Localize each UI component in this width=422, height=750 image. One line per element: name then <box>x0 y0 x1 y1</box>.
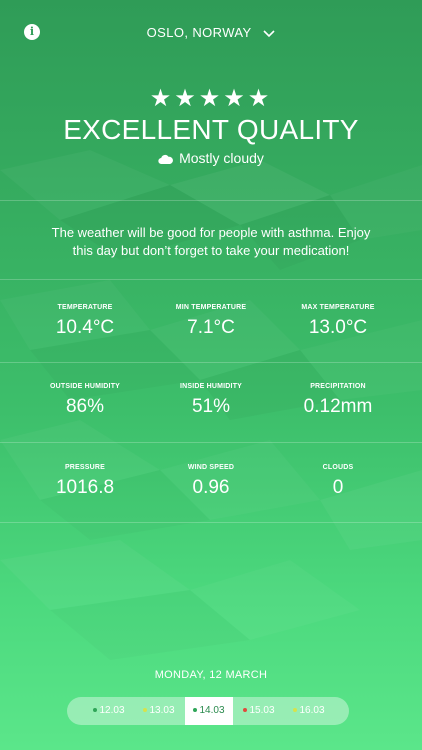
day-tab-14-03[interactable]: 14.03 <box>185 697 233 725</box>
stat-label: PRESSURE <box>64 464 106 471</box>
day-label: 12.03 <box>99 705 125 716</box>
chevron-down-icon <box>263 29 275 37</box>
day-tab-15-03[interactable]: 15.03 <box>235 697 283 725</box>
stat-label: WIND SPEED <box>187 464 235 471</box>
day-label: 13.03 <box>149 705 175 716</box>
stat-label: PRECIPITATION <box>310 383 366 390</box>
day-label: 14.03 <box>199 705 225 716</box>
divider <box>0 362 422 363</box>
stat-label: CLOUDS <box>322 464 354 471</box>
stat-outside-humidity: OUTSIDE HUMIDITY 86% <box>15 383 155 418</box>
stat-label: MAX TEMPERATURE <box>301 304 375 311</box>
day-selector: 12.03 13.03 14.03 15.03 16.03 <box>67 697 349 725</box>
stat-value: 7.1°C <box>187 317 235 338</box>
stat-label: INSIDE HUMIDITY <box>179 383 243 390</box>
advice-text: The weather will be good for people with… <box>51 225 371 258</box>
divider <box>0 200 422 201</box>
stat-max-temperature: MAX TEMPERATURE 13.0°C <box>268 304 408 339</box>
stat-value: 0 <box>332 477 344 498</box>
day-tab-12-03[interactable]: 12.03 <box>85 697 133 725</box>
location-label: OSLO, NORWAY <box>146 25 252 40</box>
divider <box>0 522 422 523</box>
rating-stars: ★★★★★ <box>149 85 273 112</box>
day-tab-13-03[interactable]: 13.03 <box>135 697 183 725</box>
stat-value: 0.96 <box>192 477 230 498</box>
stat-value: 86% <box>65 396 105 417</box>
stat-label: TEMPERATURE <box>57 304 113 311</box>
quality-dot <box>193 708 198 712</box>
stat-value: 1016.8 <box>55 477 115 498</box>
location-selector[interactable]: OSLO, NORWAY <box>0 25 422 40</box>
condition-label: Mostly cloudy <box>179 150 264 166</box>
stat-temperature: TEMPERATURE 10.4°C <box>15 304 155 339</box>
stat-label: OUTSIDE HUMIDITY <box>49 383 121 390</box>
quality-title: EXCELLENT QUALITY <box>63 114 359 145</box>
day-label: 16.03 <box>299 705 325 716</box>
weather-condition: Mostly cloudy <box>0 150 422 166</box>
stat-value: 13.0°C <box>308 317 368 338</box>
stat-value: 10.4°C <box>55 317 115 338</box>
quality-dot <box>143 708 148 712</box>
day-tab-16-03[interactable]: 16.03 <box>285 697 333 725</box>
quality-dot <box>93 708 98 712</box>
selected-date: MONDAY, 12 MARCH <box>154 669 268 681</box>
quality-dot <box>243 708 248 712</box>
divider <box>0 442 422 443</box>
stat-precipitation: PRECIPITATION 0.12mm <box>268 383 408 418</box>
cloud-icon <box>158 154 174 165</box>
stat-value: 51% <box>191 396 231 417</box>
divider <box>0 279 422 280</box>
stat-value: 0.12mm <box>303 396 373 417</box>
stat-label: MIN TEMPERATURE <box>175 304 247 311</box>
stat-wind-speed: WIND SPEED 0.96 <box>141 464 281 499</box>
stat-pressure: PRESSURE 1016.8 <box>15 464 155 499</box>
background-pattern <box>0 150 422 610</box>
quality-dot <box>293 708 298 712</box>
stat-inside-humidity: INSIDE HUMIDITY 51% <box>141 383 281 418</box>
day-label: 15.03 <box>249 705 275 716</box>
stat-min-temperature: MIN TEMPERATURE 7.1°C <box>141 304 281 339</box>
stat-clouds: CLOUDS 0 <box>268 464 408 499</box>
